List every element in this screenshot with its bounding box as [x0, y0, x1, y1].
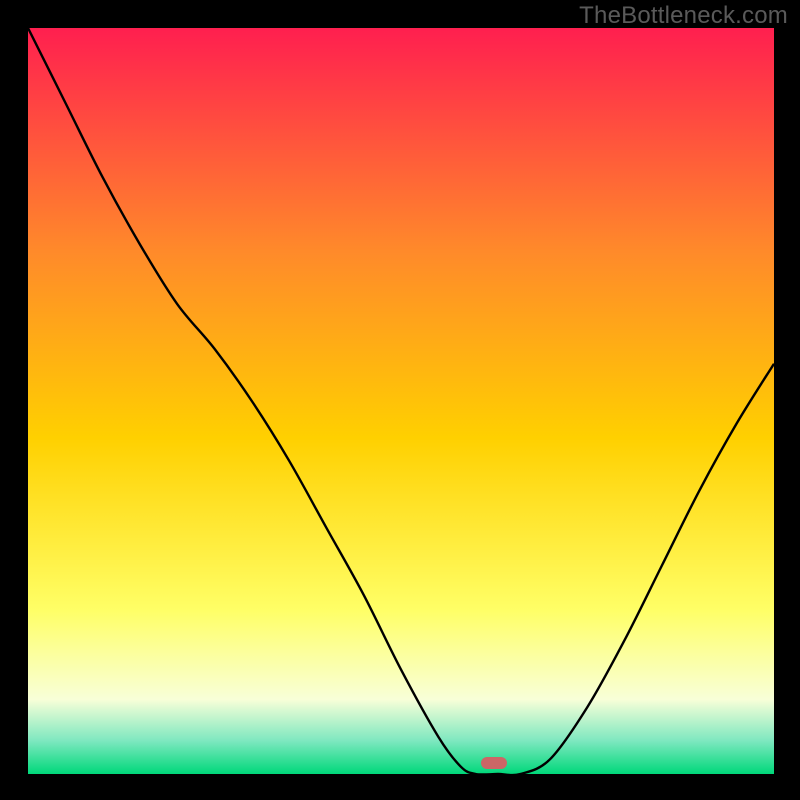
gradient-background — [28, 28, 774, 774]
watermark-text: TheBottleneck.com — [579, 2, 788, 30]
optimum-marker — [481, 757, 507, 769]
chart-frame: TheBottleneck.com — [0, 0, 800, 800]
plot-area — [28, 28, 774, 774]
chart-svg — [28, 28, 774, 774]
